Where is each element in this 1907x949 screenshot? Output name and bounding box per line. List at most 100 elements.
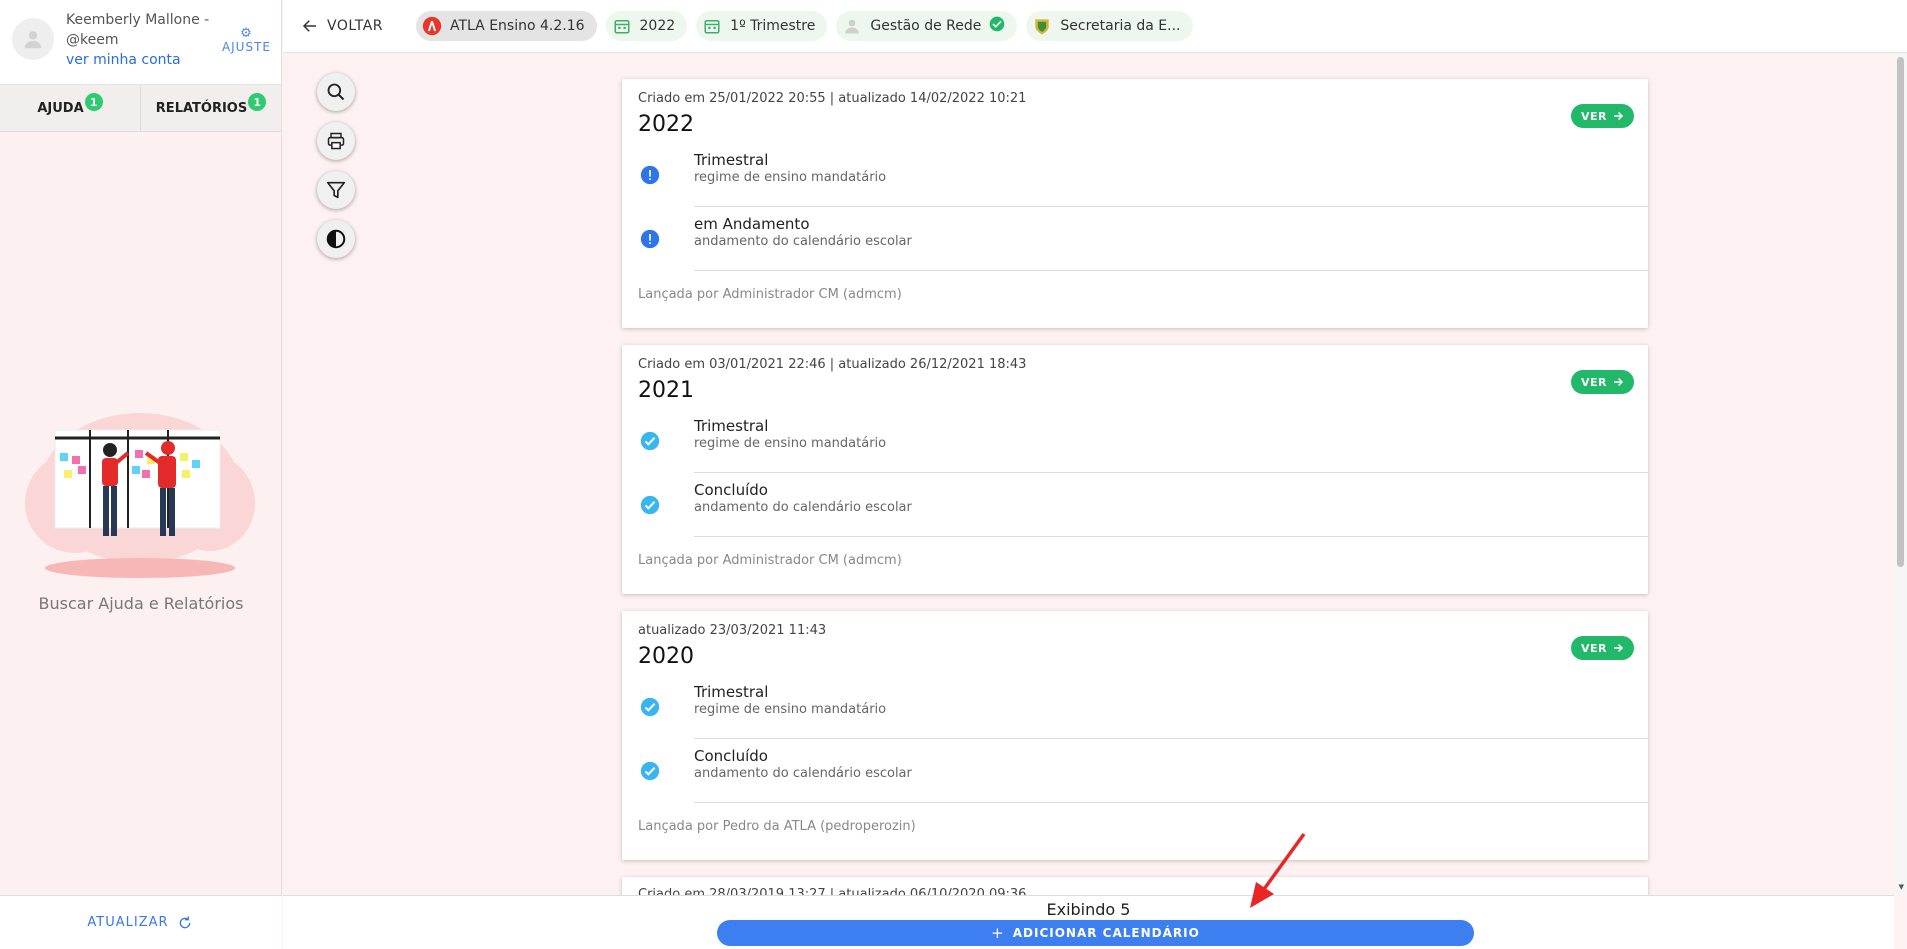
settings-button[interactable]: ⚙ AJUSTE: [222, 26, 271, 54]
help-text[interactable]: Buscar Ajuda e Relatórios: [0, 594, 282, 613]
chip-year[interactable]: 2022: [605, 11, 688, 41]
refresh-button[interactable]: ATUALIZAR: [0, 895, 282, 949]
card-meta: Criado em 25/01/2022 20:55 | atualizado …: [638, 91, 1027, 106]
arrow-left-icon: [302, 20, 316, 32]
back-label: VOLTAR: [327, 18, 383, 34]
tab-relatorios[interactable]: RELATÓRIOS 1: [140, 85, 281, 131]
arrow-right-icon: [1614, 643, 1624, 653]
row-title: Concluído: [694, 747, 768, 765]
back-button[interactable]: VOLTAR: [301, 17, 383, 35]
card-year: 2022: [638, 112, 694, 137]
view-button[interactable]: VER: [1571, 104, 1634, 128]
check-circle-icon: [989, 16, 1005, 36]
tab-ajuda[interactable]: AJUDA 1: [0, 85, 140, 131]
side-tabs: AJUDA 1 RELATÓRIOS 1: [0, 84, 281, 132]
arrow-right-icon: [1614, 377, 1624, 387]
card-row: Trimestral regime de ensino mandatário: [638, 409, 1648, 473]
view-button[interactable]: VER: [1571, 636, 1634, 660]
search-button[interactable]: [317, 73, 355, 111]
person-icon: [842, 16, 862, 36]
filter-icon: [326, 181, 346, 199]
row-subtitle: regime de ensino mandatário: [694, 436, 887, 451]
help-illustration: [25, 413, 255, 578]
view-button[interactable]: VER: [1571, 370, 1634, 394]
chip-product-version[interactable]: ATLA Ensino 4.2.16: [416, 11, 597, 41]
card-row: Concluído andamento do calendário escola…: [638, 473, 1648, 537]
atla-logo-icon: [422, 16, 442, 36]
scroll-down-icon[interactable]: ▼: [1899, 883, 1904, 891]
calendar-card: Criado em 03/01/2021 22:46 | atualizado …: [622, 345, 1648, 594]
result-count: Exibindo 5: [1046, 900, 1131, 919]
info-icon: [640, 229, 660, 249]
card-footer: Lançada por Pedro da ATLA (pedroperozin): [638, 819, 916, 834]
card-meta: atualizado 23/03/2021 11:43: [638, 623, 827, 638]
bottom-bar: Exibindo 5 + ADICIONAR CALENDÁRIO: [283, 895, 1894, 949]
check-circle-icon: [640, 697, 660, 717]
refresh-icon: [179, 915, 190, 928]
person-icon: [24, 31, 42, 49]
crest-icon: [1032, 16, 1052, 36]
chip-institution[interactable]: Secretaria da E...: [1026, 11, 1193, 41]
card-year: 2020: [638, 644, 694, 669]
scrollbar[interactable]: ▼: [1894, 53, 1907, 895]
card-footer: Lançada por Administrador CM (admcm): [638, 553, 902, 568]
tab-label: RELATÓRIOS: [155, 100, 248, 116]
plus-icon: +: [991, 924, 1005, 942]
row-subtitle: regime de ensino mandatário: [694, 170, 887, 185]
chip-label: Gestão de Rede: [870, 18, 982, 34]
row-subtitle: andamento do calendário escolar: [694, 500, 912, 515]
row-title: Trimestral: [694, 683, 769, 701]
tab-label: AJUDA: [37, 100, 84, 116]
refresh-label: ATUALIZAR: [87, 915, 169, 930]
account-link[interactable]: ver minha conta: [66, 50, 209, 70]
info-icon: [640, 165, 660, 185]
search-icon: [327, 83, 345, 101]
arrow-right-icon: [1614, 111, 1624, 121]
chip-label: 2022: [639, 18, 676, 34]
avatar[interactable]: [12, 18, 54, 60]
add-calendar-button[interactable]: + ADICIONAR CALENDÁRIO: [717, 920, 1474, 946]
chip-label: ATLA Ensino 4.2.16: [450, 18, 585, 34]
view-label: VER: [1581, 109, 1607, 123]
check-circle-icon: [640, 495, 660, 515]
card-row: Trimestral regime de ensino mandatário: [638, 143, 1648, 207]
count-badge: 1: [248, 93, 267, 111]
contrast-icon: [326, 229, 346, 249]
chip-period[interactable]: 1º Trimestre: [696, 11, 828, 41]
filter-button[interactable]: [317, 171, 355, 209]
calendar-icon: [612, 16, 632, 36]
view-label: VER: [1581, 641, 1607, 655]
calendar-card-partial: Criado em 28/03/2019 13:27 | atualizado …: [622, 877, 1648, 897]
top-bar: VOLTAR ATLA Ensino 4.2.16 2022 1º Trimes…: [283, 0, 1907, 53]
check-circle-icon: [640, 761, 660, 781]
count-badge: 1: [84, 93, 103, 111]
sidebar: Keemberly Mallone - @keem ver minha cont…: [0, 0, 282, 949]
card-footer: Lançada por Administrador CM (admcm): [638, 287, 902, 302]
row-subtitle: andamento do calendário escolar: [694, 234, 912, 249]
add-calendar-label: ADICIONAR CALENDÁRIO: [1012, 926, 1200, 940]
contrast-button[interactable]: [317, 220, 355, 258]
calendar-card: Criado em 25/01/2022 20:55 | atualizado …: [622, 79, 1648, 328]
card-row: Concluído andamento do calendário escola…: [638, 739, 1648, 803]
scroll-thumb[interactable]: [1897, 57, 1904, 567]
chip-label: Secretaria da E...: [1060, 18, 1181, 34]
row-title: Concluído: [694, 481, 768, 499]
calendar-icon: [702, 16, 722, 36]
user-info: Keemberly Mallone - @keem ver minha cont…: [66, 10, 209, 70]
card-year: 2021: [638, 378, 694, 403]
tool-buttons: [317, 73, 355, 258]
card-row: Trimestral regime de ensino mandatário: [638, 675, 1648, 739]
row-subtitle: andamento do calendário escolar: [694, 766, 912, 781]
print-button[interactable]: [317, 122, 355, 160]
calendar-list: Criado em 25/01/2022 20:55 | atualizado …: [622, 79, 1648, 897]
row-title: Trimestral: [694, 417, 769, 435]
gear-icon: ⚙: [240, 26, 253, 41]
chip-role[interactable]: Gestão de Rede: [836, 11, 1018, 41]
user-box: Keemberly Mallone - @keem ver minha cont…: [0, 0, 281, 84]
view-label: VER: [1581, 375, 1607, 389]
row-title: Trimestral: [694, 151, 769, 169]
card-meta: Criado em 03/01/2021 22:46 | atualizado …: [638, 357, 1027, 372]
calendar-card: atualizado 23/03/2021 11:43 2020 VER Tri…: [622, 611, 1648, 860]
chip-label: 1º Trimestre: [730, 18, 816, 34]
card-row: em Andamento andamento do calendário esc…: [638, 207, 1648, 271]
